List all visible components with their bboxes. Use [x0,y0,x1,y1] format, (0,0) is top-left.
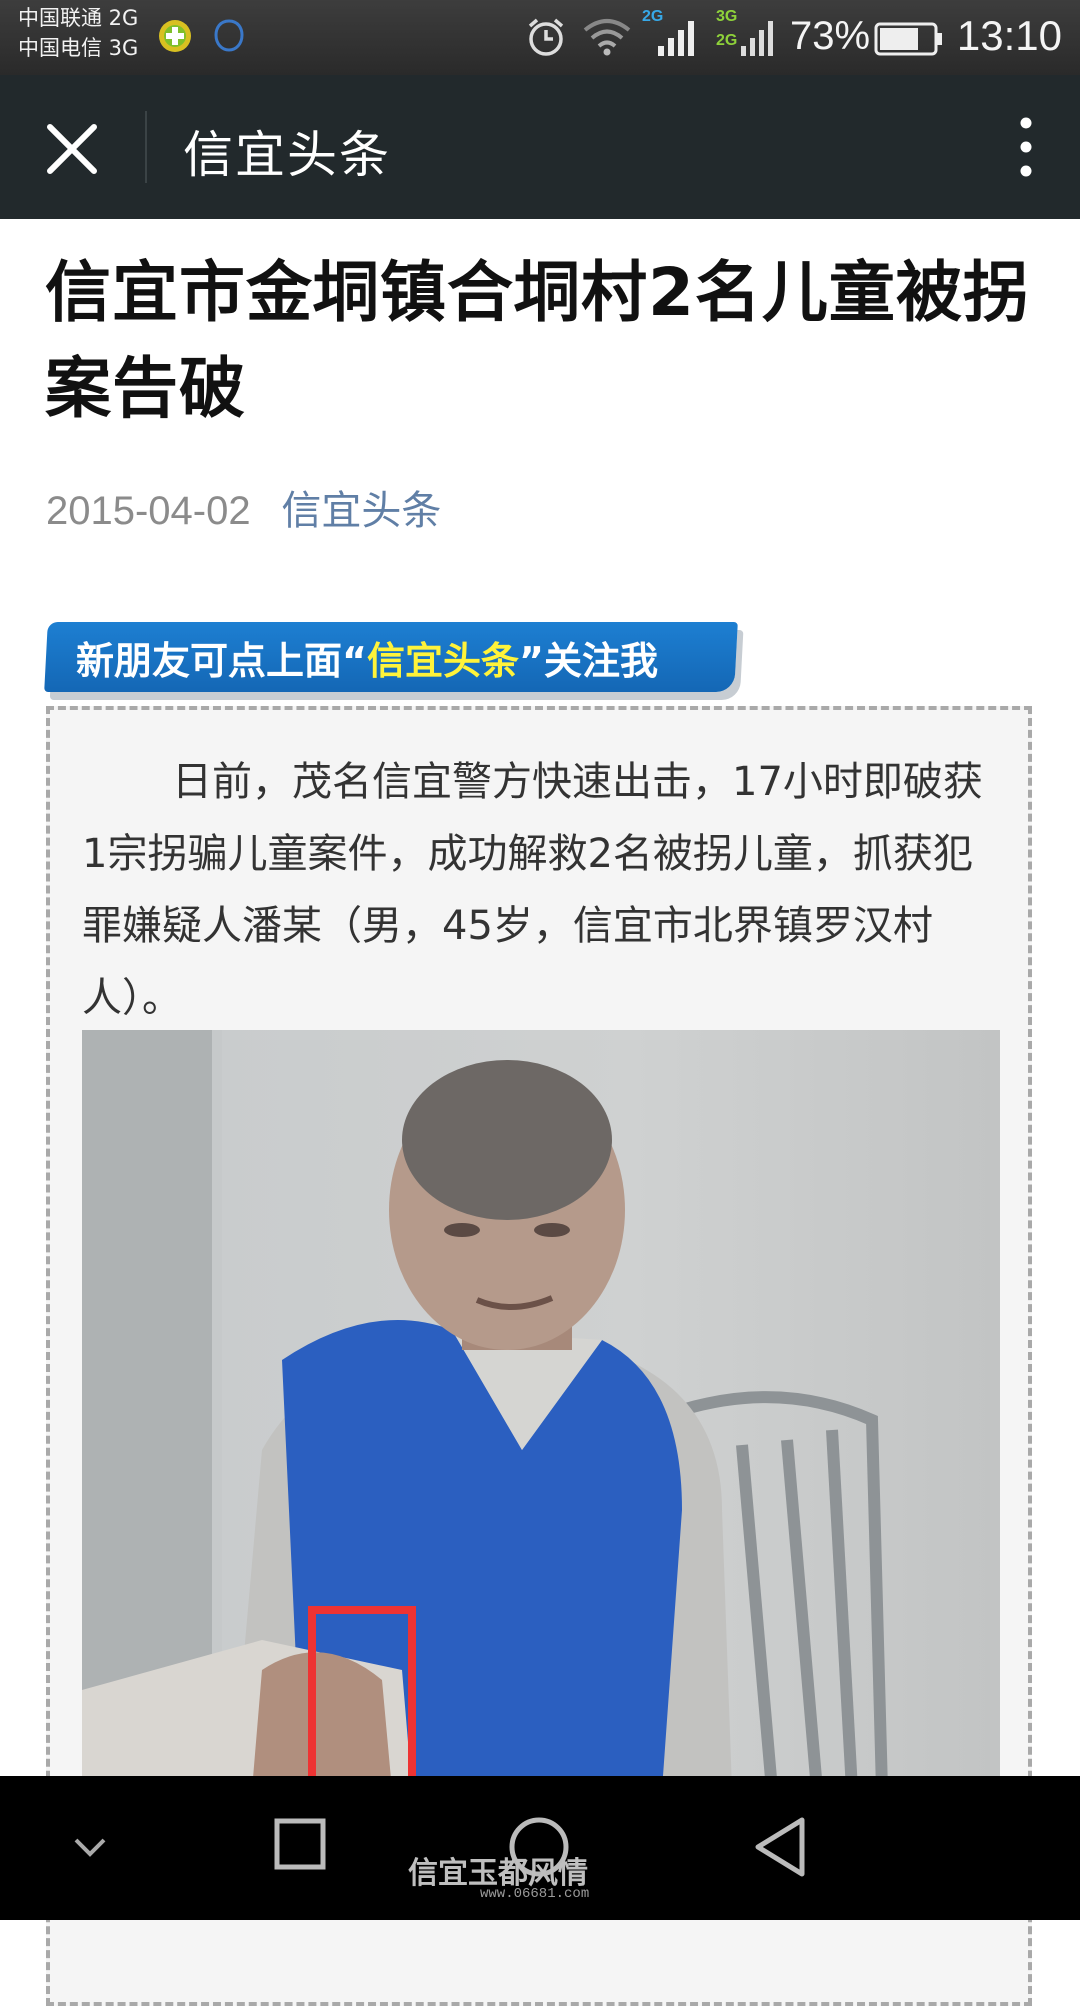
alarm-icon [528,18,564,56]
plus-shield-icon [159,20,191,52]
network-2-top-label: 3G [716,8,738,25]
article-source-link[interactable]: 信宜头条 [281,488,441,534]
chevron-down-icon[interactable] [72,1836,108,1860]
close-icon[interactable] [38,115,106,183]
article-photo[interactable] [82,1030,1000,1790]
suspect-photo-illustration [82,1030,888,1790]
more-vertical-icon[interactable] [1002,115,1050,179]
battery-percentage: 73% [790,14,871,58]
page-title: 信宜头条 [183,126,391,184]
status-bar: 中国联通 2G 中国电信 3G 2G 3G 2G 73% 13:10 [0,0,1080,75]
follow-suffix: ”关注我 [519,639,658,683]
follow-highlight: 信宜头条 [366,639,519,683]
article-paragraph: 日前，茂名信宜警方快速出击，17小时即破获1宗拐骗儿童案件，成功解救2名被拐儿童… [82,746,1002,1034]
watermark-url: www.06681.com [480,1886,590,1902]
notification-icon [214,19,244,52]
article-date: 2015-04-02 [46,489,251,533]
square-icon[interactable] [274,1818,326,1870]
title-divider [145,111,147,183]
follow-prefix: 新朋友可点上面“ [76,639,367,683]
article-meta: 2015-04-02 信宜头条 [46,478,441,536]
article-headline: 信宜市金垌镇合垌村2名儿童被拐案告破 [45,254,1030,427]
paragraph-text: 日前，茂名信宜警方快速出击，17小时即破获1宗拐骗儿童案件，成功解救2名被拐儿童… [82,759,983,1021]
wifi-icon [583,19,631,56]
clock: 13:10 [956,12,1062,59]
back-triangle-icon[interactable] [752,1816,808,1878]
signal-icon [658,21,694,56]
carrier-1-label: 中国联通 2G [18,6,139,30]
follow-banner-text: 新朋友可点上面“信宜头条”关注我 [76,630,658,685]
battery-icon [874,22,942,56]
signal-2-icon [741,21,773,56]
network-2-bottom-label: 2G [716,32,738,49]
carrier-2-label: 中国电信 3G [18,36,139,60]
title-bar: 信宜头条 [0,75,1080,219]
